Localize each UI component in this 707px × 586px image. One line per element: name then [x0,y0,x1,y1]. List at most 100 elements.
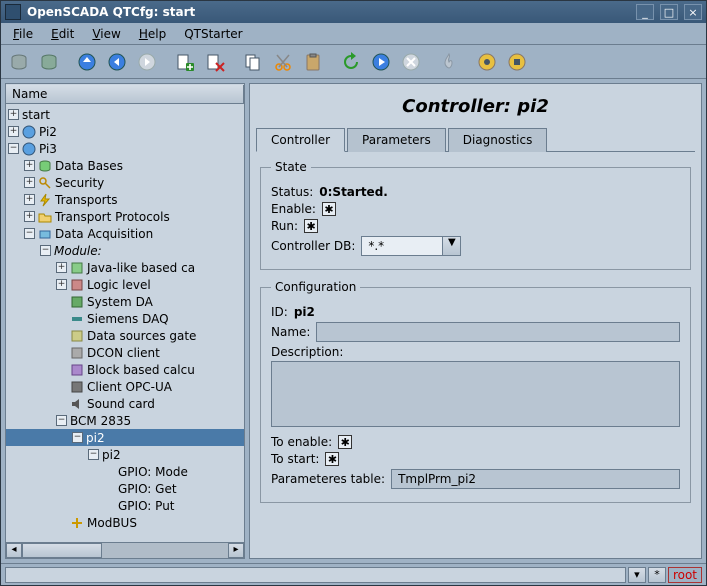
tree-item-gpio-get[interactable]: GPIO: Get [6,480,244,497]
scroll-right-icon[interactable]: ▸ [228,543,244,558]
expand-icon[interactable]: + [24,211,35,222]
tree-item-transport-protocols[interactable]: +Transport Protocols [6,208,244,225]
tool-a-icon[interactable] [473,48,501,76]
tree-item-soundcard[interactable]: Sound card [6,395,244,412]
tree-item-pi2-sub[interactable]: −pi2 [6,446,244,463]
collapse-icon[interactable]: − [56,415,67,426]
module-icon [70,363,84,377]
run-label: Run: [271,219,298,233]
collapse-icon[interactable]: − [8,143,19,154]
refresh-icon[interactable] [337,48,365,76]
chevron-down-icon[interactable]: ▼ [442,237,460,255]
expand-icon[interactable]: + [8,126,19,137]
flame-icon[interactable] [435,48,463,76]
collapse-icon[interactable]: − [24,228,35,239]
description-field[interactable] [271,361,680,427]
collapse-icon[interactable]: − [40,245,51,256]
menu-edit[interactable]: Edit [43,25,82,43]
paste-icon[interactable] [299,48,327,76]
item-delete-icon[interactable] [201,48,229,76]
stop-icon[interactable] [397,48,425,76]
tree-item-dcon[interactable]: DCON client [6,344,244,361]
expand-icon[interactable]: + [24,177,35,188]
controller-db-label: Controller DB: [271,239,355,253]
tree-item-pi2[interactable]: +Pi2 [6,123,244,140]
collapse-icon[interactable]: − [72,432,83,443]
tree-item-systemda[interactable]: System DA [6,293,244,310]
menu-file[interactable]: File [5,25,41,43]
run-icon[interactable] [367,48,395,76]
tree-item-transports[interactable]: +Transports [6,191,244,208]
expand-icon[interactable]: + [24,194,35,205]
tree: +start +Pi2 −Pi3 +Data Bases +Security +… [6,104,244,533]
config-group: Configuration ID:pi2 Name: Description: … [260,280,691,503]
enable-checkbox[interactable]: ✱ [322,202,336,216]
tree-item-opcua[interactable]: Client OPC-UA [6,378,244,395]
tree-item-pi3[interactable]: −Pi3 [6,140,244,157]
param-table-field[interactable] [391,469,680,489]
collapse-icon[interactable]: − [88,449,99,460]
expand-icon[interactable]: + [8,109,19,120]
expand-icon[interactable]: + [24,160,35,171]
db-save-icon[interactable] [35,48,63,76]
minimize-button[interactable]: _ [636,4,654,20]
tree-item-security[interactable]: +Security [6,174,244,191]
tree-item-databases[interactable]: +Data Bases [6,157,244,174]
scroll-track[interactable] [22,543,228,558]
db-load-icon[interactable] [5,48,33,76]
to-enable-checkbox[interactable]: ✱ [338,435,352,449]
tree-item-siemens[interactable]: Siemens DAQ [6,310,244,327]
copy-icon[interactable] [239,48,267,76]
to-start-label: To start: [271,452,319,466]
menu-help[interactable]: Help [131,25,174,43]
close-button[interactable]: × [684,4,702,20]
tree-item-gpio-put[interactable]: GPIO: Put [6,497,244,514]
database-icon [38,159,52,173]
status-button-b[interactable]: * [648,567,666,583]
tree-pane: Name +start +Pi2 −Pi3 +Data Bases +Secur… [5,83,245,559]
state-legend: State [271,160,311,174]
folder-icon [38,210,52,224]
status-value: 0:Started. [319,185,388,199]
expand-icon[interactable]: + [56,279,67,290]
sound-icon [70,397,84,411]
scroll-thumb[interactable] [22,543,102,558]
menu-view[interactable]: View [84,25,128,43]
menubar: File Edit View Help QTStarter [1,23,706,45]
tree-item-javalike[interactable]: +Java-like based ca [6,259,244,276]
tree-header-name[interactable]: Name [6,85,244,103]
to-start-checkbox[interactable]: ✱ [325,452,339,466]
nav-forward-icon[interactable] [133,48,161,76]
tab-controller[interactable]: Controller [256,128,345,152]
tool-b-icon[interactable] [503,48,531,76]
menu-qtstarter[interactable]: QTStarter [176,25,250,43]
tab-diagnostics[interactable]: Diagnostics [448,128,548,152]
tab-parameters[interactable]: Parameters [347,128,446,152]
name-field[interactable] [316,322,680,342]
scroll-left-icon[interactable]: ◂ [6,543,22,558]
run-checkbox[interactable]: ✱ [304,219,318,233]
tree-item-logiclevel[interactable]: +Logic level [6,276,244,293]
nav-up-icon[interactable] [73,48,101,76]
controller-db-combo[interactable]: *.*▼ [361,236,461,256]
maximize-button[interactable]: □ [660,4,678,20]
tree-item-pi2-controller[interactable]: −pi2 [6,429,244,446]
tree-header: Name [6,84,244,104]
id-value: pi2 [294,305,315,319]
item-add-icon[interactable] [171,48,199,76]
tree-item-module[interactable]: −Module: [6,242,244,259]
tree-item-gpio-mode[interactable]: GPIO: Mode [6,463,244,480]
tree-item-modbus[interactable]: ModBUS [6,514,244,531]
tree-hscrollbar[interactable]: ◂ ▸ [6,542,244,558]
tree-item-data-acquisition[interactable]: −Data Acquisition [6,225,244,242]
tree-scroll[interactable]: +start +Pi2 −Pi3 +Data Bases +Security +… [6,104,244,542]
status-user[interactable]: root [668,567,702,583]
status-button-a[interactable]: ▾ [628,567,646,583]
expand-icon[interactable]: + [56,262,67,273]
nav-back-icon[interactable] [103,48,131,76]
tree-item-start[interactable]: +start [6,106,244,123]
tree-item-bcm[interactable]: −BCM 2835 [6,412,244,429]
tree-item-datasources[interactable]: Data sources gate [6,327,244,344]
tree-item-blockcalc[interactable]: Block based calcu [6,361,244,378]
cut-icon[interactable] [269,48,297,76]
